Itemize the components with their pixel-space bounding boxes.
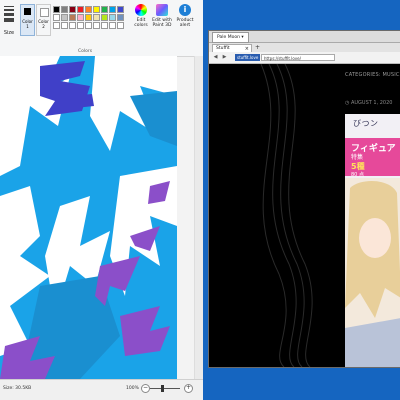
new-tab-button[interactable]: + — [255, 44, 260, 51]
palette-swatch[interactable] — [85, 14, 92, 21]
post-category[interactable]: CATEGORIES: MUSIC — [345, 72, 400, 78]
anime-figure-illustration — [345, 178, 400, 367]
color1-label: Color 1 — [22, 19, 33, 29]
palette-swatch[interactable] — [85, 6, 92, 13]
palette-swatch[interactable] — [117, 22, 124, 29]
palette-swatch[interactable] — [53, 6, 60, 13]
canvas-vertical-scrollbar[interactable] — [194, 56, 203, 379]
palette-swatch[interactable] — [77, 6, 84, 13]
paint-canvas[interactable] — [0, 56, 177, 379]
zoom-out-icon[interactable]: − — [141, 384, 150, 393]
tab-stuffit[interactable]: Stuffit × — [212, 44, 252, 52]
page-content: CATEGORIES: MUSIC ◷ AUGUST 1, 2020 びつン フ… — [209, 64, 400, 367]
banner-line-2: 特集 — [351, 154, 364, 161]
product-alert-button[interactable]: i Product alert — [174, 4, 196, 50]
color2-button[interactable]: Color 2 — [36, 4, 51, 36]
tab-strip: Stuffit × + — [209, 43, 400, 52]
app-menu-button[interactable]: Pale Moon ▾ — [212, 32, 249, 43]
edit-paint3d-label: Edit with Paint 3D — [152, 18, 172, 28]
color2-label: Color 2 — [38, 19, 49, 29]
palette-swatch[interactable] — [109, 14, 116, 21]
size-button[interactable]: Size — [2, 2, 16, 48]
palette-swatch[interactable] — [61, 14, 68, 21]
color1-chip — [24, 8, 31, 15]
palette-swatch[interactable] — [61, 6, 68, 13]
palette-swatch[interactable] — [85, 22, 92, 29]
palette-swatch[interactable] — [77, 22, 84, 29]
palette-swatch[interactable] — [117, 6, 124, 13]
paint-ribbon: Size Color 1 Color 2 Edit colors Edit wi… — [0, 0, 203, 57]
paint-window: Size Color 1 Color 2 Edit colors Edit wi… — [0, 0, 203, 400]
palette-swatch[interactable] — [101, 6, 108, 13]
palette-swatch[interactable] — [109, 6, 116, 13]
palette-swatch[interactable] — [69, 6, 76, 13]
post-image-heading: びつン — [353, 119, 379, 128]
banner-line-4: 80 点 — [351, 172, 364, 178]
product-alert-label: Product alert — [176, 18, 194, 28]
color2-chip — [40, 8, 49, 17]
canvas-artwork — [0, 56, 177, 379]
paint3d-icon — [156, 4, 168, 16]
edit-colors-label: Edit colors — [134, 18, 148, 28]
edit-paint3d-button[interactable]: Edit with Paint 3D — [151, 4, 173, 50]
palette-swatch[interactable] — [117, 14, 124, 21]
zoom-slider-thumb[interactable] — [161, 385, 164, 392]
colors-section-label: Colors — [78, 49, 93, 54]
size-label: Size — [3, 30, 15, 36]
color1-button[interactable]: Color 1 — [20, 4, 35, 36]
zoom-in-icon[interactable]: + — [184, 384, 193, 393]
site-identity-badge[interactable]: stuffit.love — [235, 54, 261, 61]
palette-swatch[interactable] — [53, 14, 60, 21]
post-date-text: AUGUST 1, 2020 — [350, 100, 393, 106]
palette-swatch[interactable] — [69, 22, 76, 29]
palette-swatch[interactable] — [61, 22, 68, 29]
palette-swatch[interactable] — [109, 22, 116, 29]
app-name: Pale Moon — [217, 35, 240, 40]
paint-status-bar: Size: 30.5KB 100% − + — [0, 379, 203, 400]
info-icon: i — [179, 4, 191, 16]
zoom-level-readout: 100% — [126, 386, 139, 391]
palette-swatch[interactable] — [93, 6, 100, 13]
background-swirl-graphic — [260, 64, 313, 367]
zoom-slider-track[interactable] — [150, 388, 180, 389]
image-size-readout: Size: 30.5KB — [3, 386, 32, 391]
palette-swatch[interactable] — [93, 14, 100, 21]
post-image[interactable]: びつン フィギュア 特集 5種 80 点 — [345, 114, 400, 367]
post-date: ◷ AUGUST 1, 2020 — [345, 100, 393, 106]
palette-swatch[interactable] — [77, 14, 84, 21]
edit-colors-button[interactable]: Edit colors — [130, 4, 152, 50]
palette-swatch[interactable] — [53, 22, 60, 29]
color-wheel-icon — [135, 4, 147, 16]
color-palette — [53, 6, 124, 29]
browser-titlebar: Pale Moon ▾ — [209, 31, 400, 43]
post-image-banner: フィギュア 特集 5種 80 点 — [345, 138, 400, 178]
tab-title: Stuffit — [216, 46, 230, 51]
line-size-icon — [4, 6, 14, 22]
back-icon[interactable]: ◀ — [212, 54, 219, 61]
navigation-bar: ◀ ▶ stuffit.love https://stuffit.love/ — [209, 52, 400, 64]
forward-icon[interactable]: ▶ — [221, 54, 228, 61]
palette-swatch[interactable] — [69, 14, 76, 21]
address-bar[interactable]: https://stuffit.love/ — [261, 54, 335, 61]
palette-swatch[interactable] — [93, 22, 100, 29]
browser-window: Pale Moon ▾ Stuffit × + ◀ ▶ stuffit.love… — [208, 30, 400, 368]
palette-swatch[interactable] — [101, 22, 108, 29]
palette-swatch[interactable] — [101, 14, 108, 21]
